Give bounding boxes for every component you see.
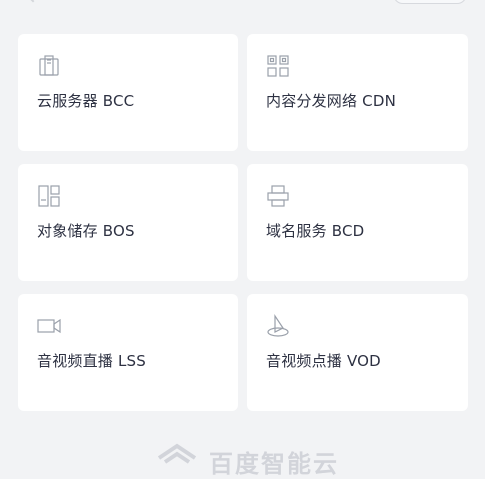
play-cone-icon — [266, 314, 290, 338]
service-card-vod[interactable]: 音视频点播 VOD — [247, 294, 468, 411]
service-label: 对象储存 BOS — [37, 222, 135, 240]
cloud-logo-icon — [155, 440, 199, 470]
service-card-lss[interactable]: 音视频直播 LSS — [18, 294, 238, 411]
service-label: 域名服务 BCD — [266, 222, 365, 240]
service-card-bcc[interactable]: 云服务器 BCC — [18, 34, 238, 151]
top-right-button[interactable] — [393, 0, 467, 4]
storage-icon — [37, 184, 61, 208]
service-grid: 云服务器 BCC 内容分发网络 CDN 对象储存 BOS 域名服务 BCD 音视… — [18, 34, 468, 411]
service-card-bos[interactable]: 对象储存 BOS — [18, 164, 238, 281]
service-label: 音视频点播 VOD — [266, 352, 381, 370]
service-label: 音视频直播 LSS — [37, 352, 146, 370]
service-card-cdn[interactable]: 内容分发网络 CDN — [247, 34, 468, 151]
domain-icon — [266, 184, 290, 208]
service-label: 云服务器 BCC — [37, 92, 135, 110]
back-chevron-icon[interactable] — [24, 0, 42, 3]
brand-name: 百度智能云 — [209, 450, 339, 478]
cdn-grid-icon — [266, 54, 290, 78]
service-label: 内容分发网络 CDN — [266, 92, 397, 110]
baidu-ai-cloud-logo: 百度智能云 — [155, 440, 339, 478]
service-card-bcd[interactable]: 域名服务 BCD — [247, 164, 468, 281]
server-icon — [37, 54, 61, 78]
video-camera-icon — [37, 314, 61, 338]
